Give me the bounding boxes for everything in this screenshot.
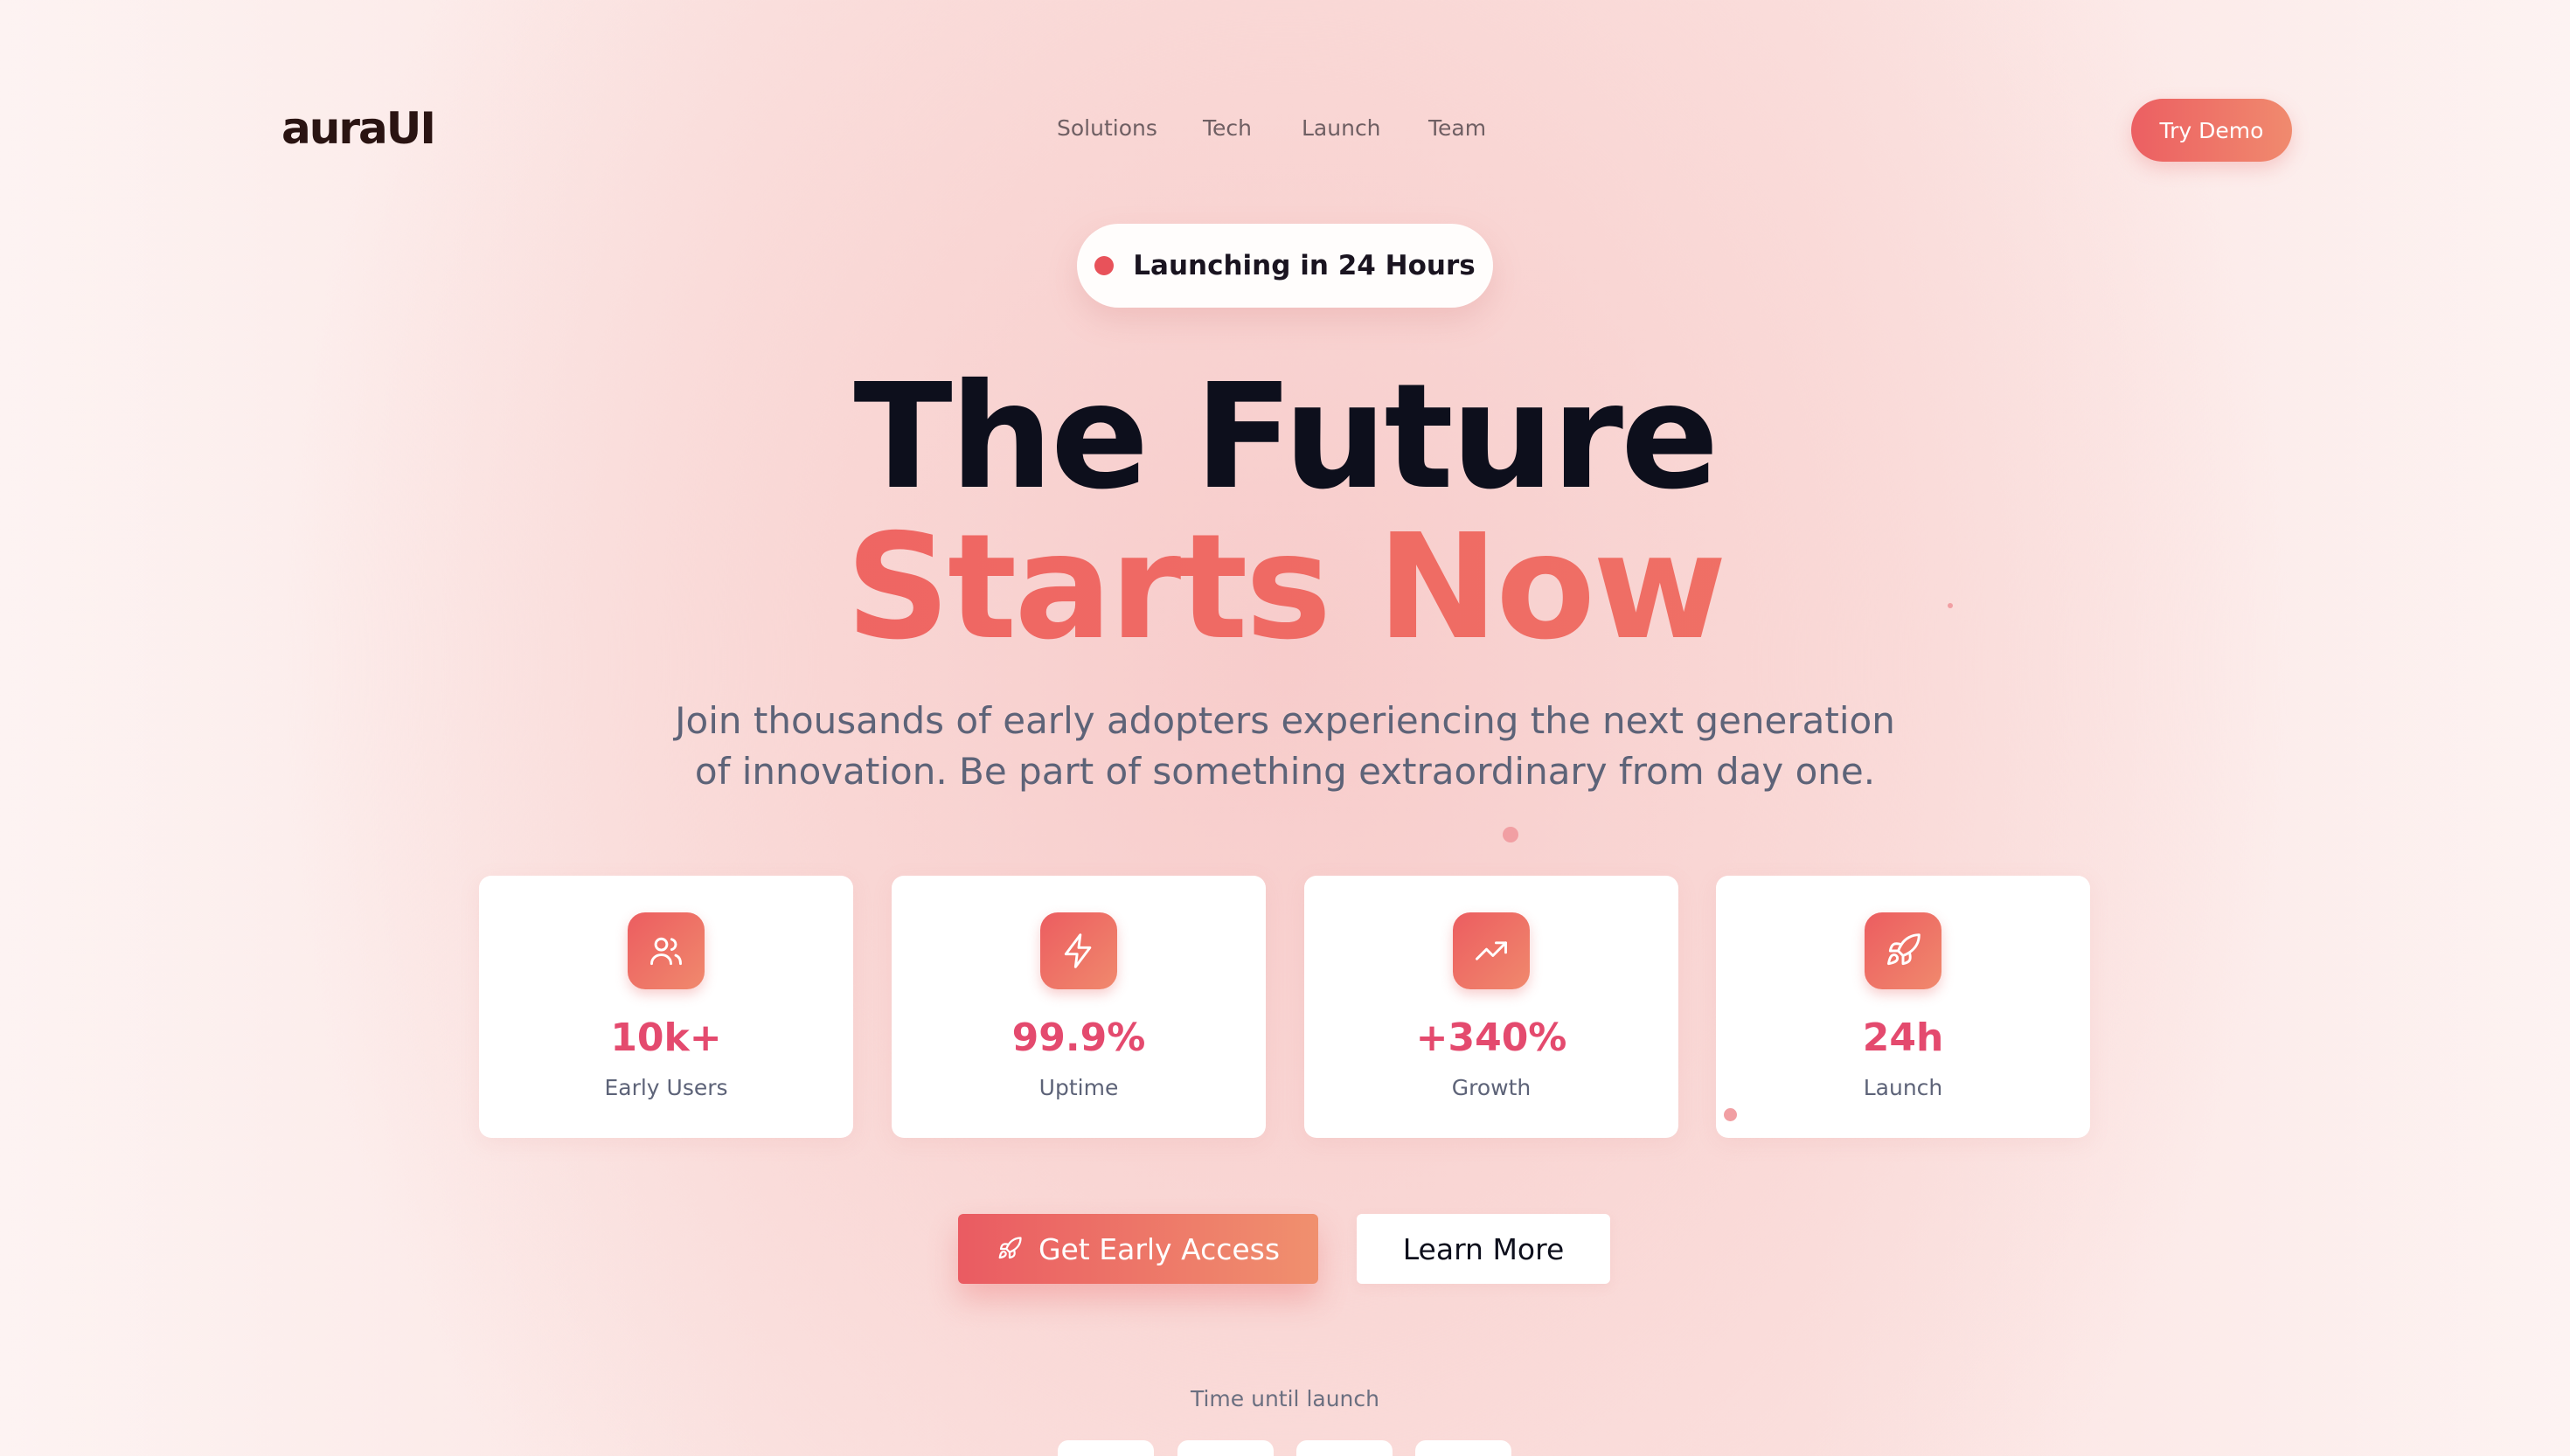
launch-badge-text: Launching in 24 Hours	[1133, 250, 1476, 281]
hero-title-line-2: Starts Now	[0, 516, 2570, 661]
stat-card-launch: 24h Launch	[1716, 876, 2090, 1138]
get-early-access-label: Get Early Access	[1038, 1231, 1281, 1266]
trending-up-icon	[1453, 912, 1530, 989]
particle-dot	[1503, 827, 1518, 842]
rocket-icon	[1865, 912, 1941, 989]
zap-icon	[1040, 912, 1117, 989]
learn-more-button[interactable]: Learn More	[1357, 1214, 1610, 1284]
landing-page: auraUI Solutions Tech Launch Team Try De…	[0, 0, 2570, 1456]
nav-link-tech[interactable]: Tech	[1203, 115, 1252, 141]
stat-label: Growth	[1451, 1075, 1532, 1100]
stat-label: Early Users	[604, 1075, 728, 1100]
hero-title-line-1: The Future	[853, 353, 1719, 522]
get-early-access-button[interactable]: Get Early Access	[958, 1214, 1318, 1284]
stat-label: Uptime	[1038, 1075, 1119, 1100]
particle-dot	[1724, 1108, 1737, 1121]
stat-card-growth: +340% Growth	[1304, 876, 1678, 1138]
stat-label: Launch	[1863, 1075, 1943, 1100]
nav-link-solutions[interactable]: Solutions	[1057, 115, 1157, 141]
countdown-box	[1177, 1440, 1274, 1456]
hero-subtitle: Join thousands of early adopters experie…	[629, 696, 1941, 797]
countdown-box	[1296, 1440, 1393, 1456]
stat-card-uptime: 99.9% Uptime	[892, 876, 1266, 1138]
hero-subtitle-line-2: of innovation. Be part of something extr…	[694, 750, 1876, 793]
hero-subtitle-line-1: Join thousands of early adopters experie…	[675, 699, 1895, 742]
stat-value: 24h	[1862, 1016, 1944, 1060]
nav-link-team[interactable]: Team	[1428, 115, 1486, 141]
launch-badge: Launching in 24 Hours	[1077, 224, 1493, 308]
particle-dot	[1948, 603, 1953, 608]
nav-link-launch[interactable]: Launch	[1302, 115, 1381, 141]
countdown-box	[1058, 1440, 1154, 1456]
stat-value: +340%	[1415, 1016, 1567, 1060]
stat-value: 10k+	[610, 1016, 722, 1060]
try-demo-button[interactable]: Try Demo	[2131, 99, 2292, 162]
countdown-box	[1415, 1440, 1511, 1456]
rocket-icon	[998, 1237, 1022, 1259]
stat-value: 99.9%	[1011, 1016, 1146, 1060]
status-dot-icon	[1094, 256, 1115, 275]
stat-card-early-users: 10k+ Early Users	[479, 876, 853, 1138]
countdown-label: Time until launch	[1190, 1386, 1379, 1411]
users-icon	[628, 912, 705, 989]
